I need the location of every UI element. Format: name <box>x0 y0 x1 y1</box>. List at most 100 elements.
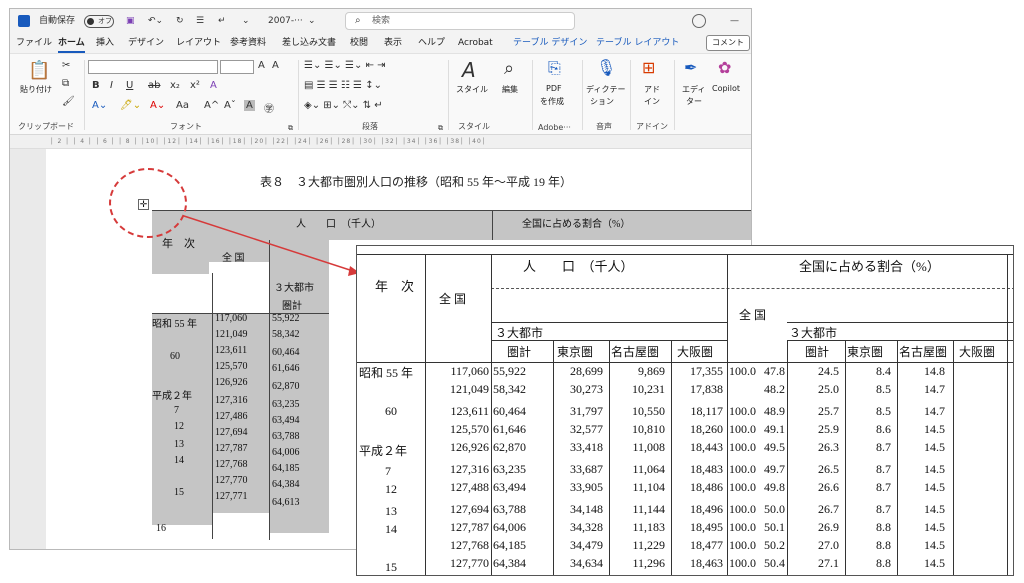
tab-insert[interactable]: 挿入 <box>96 33 114 53</box>
tab-file[interactable]: ファイル <box>16 33 52 53</box>
tab-table-design[interactable]: テーブル デザイン <box>513 33 587 53</box>
table-cell: 64,384 <box>493 556 526 570</box>
kenkei-header: 圏計 <box>282 301 302 312</box>
year-label: 7 <box>174 405 179 416</box>
table-border <box>1007 254 1008 575</box>
copy-icon[interactable]: ⧉ <box>62 78 69 89</box>
tab-references[interactable]: 参考資料 <box>230 33 266 53</box>
addins-icon[interactable]: ⊞ <box>642 58 655 77</box>
font-grow-icon[interactable]: A <box>258 60 265 71</box>
microphone-icon[interactable]: 🎙 <box>596 58 616 77</box>
customize-icon[interactable]: ⌄ <box>242 9 250 33</box>
tab-design[interactable]: デザイン <box>128 33 164 53</box>
table-cell: 18,495 <box>690 520 723 534</box>
table-cell: 11,064 <box>632 462 665 476</box>
clear-format-icon[interactable]: A <box>210 80 217 91</box>
tab-review[interactable]: 校閲 <box>350 33 368 53</box>
minimize-button[interactable]: — <box>730 9 739 33</box>
undo-icon[interactable]: ↶⌄ <box>148 9 163 33</box>
italic-button[interactable]: I <box>110 80 113 91</box>
table-cell: 49.5 <box>764 440 785 454</box>
grow-font-button[interactable]: A^ <box>204 100 219 111</box>
subscript-button[interactable]: x₂ <box>170 80 180 91</box>
cut-icon[interactable]: ✂ <box>62 60 70 71</box>
search-input[interactable]: 検索 <box>345 12 575 30</box>
tab-help[interactable]: ヘルプ <box>418 33 445 53</box>
format-icon[interactable]: ☰ <box>196 9 204 33</box>
font-size-select[interactable] <box>220 60 254 74</box>
table-cell: 8.5 <box>876 404 891 418</box>
shading-icon[interactable]: ◈⌄ ⊞⌄ ⤲⌄ ⇅ ↵ <box>304 100 383 111</box>
paste-icon[interactable]: 📋 <box>28 60 50 81</box>
shrink-font-button[interactable]: Aˇ <box>224 100 236 111</box>
styles-button[interactable]: スタイル <box>456 84 488 95</box>
sandai-header: ３大都市 <box>495 326 544 340</box>
tab-table-layout[interactable]: テーブル レイアウト <box>596 33 679 53</box>
char-shading-button[interactable]: A <box>244 100 255 111</box>
table-cell: 50.1 <box>764 520 785 534</box>
font-name-select[interactable] <box>88 60 218 74</box>
dictate-label-1[interactable]: ディクテー <box>586 84 625 95</box>
zenkoku-value: 127,770 <box>215 475 248 486</box>
highlight-icon[interactable]: 🖊⌄ <box>120 100 141 111</box>
zenkoku-header: 全 国 <box>222 253 245 264</box>
strike-button[interactable]: ab <box>148 80 160 91</box>
save-icon[interactable]: ▣ <box>126 9 135 33</box>
autosave-toggle[interactable]: オフ <box>84 15 114 28</box>
table-cell: 14.8 <box>924 364 945 378</box>
pdf-icon[interactable]: ⎘ <box>548 58 561 78</box>
table-cell: 26.3 <box>818 440 839 454</box>
zenkoku-share-header: 全 国 <box>739 308 767 322</box>
table-cell: 127,694 <box>450 502 489 516</box>
addin-label-1[interactable]: アド <box>644 84 660 95</box>
copilot-button[interactable]: Copilot <box>712 84 740 93</box>
tab-layout[interactable]: レイアウト <box>176 33 221 53</box>
change-case-button[interactable]: Aa <box>176 100 189 111</box>
tab-home[interactable]: ホーム <box>58 33 85 53</box>
pdf-label-1[interactable]: PDF <box>546 84 562 93</box>
newline-icon[interactable]: ↵ <box>218 9 226 33</box>
editor-label-2[interactable]: ター <box>686 96 702 107</box>
table-cell: 25.7 <box>818 404 839 418</box>
comment-button[interactable]: コメント <box>706 35 750 51</box>
underline-button[interactable]: U <box>126 80 133 91</box>
addin-label-2[interactable]: イン <box>644 96 660 107</box>
table-cell: 26.6 <box>818 480 839 494</box>
avatar[interactable] <box>692 14 706 28</box>
redo-icon[interactable]: ↻ <box>176 9 184 33</box>
format-painter-icon[interactable]: 🖌 <box>62 96 75 107</box>
dictate-label-2[interactable]: ション <box>590 96 614 107</box>
bullets-icon[interactable]: ☰⌄ ☰⌄ ☰⌄ ⇤ ⇥ <box>304 60 386 71</box>
editor-icon[interactable]: ✒ <box>684 58 697 77</box>
table-cell: 18,463 <box>690 556 723 570</box>
paste-button[interactable]: 貼り付け <box>20 84 52 95</box>
group-paragraph: 段落 <box>362 122 378 131</box>
text-effect-icon[interactable]: A⌄ <box>92 100 107 111</box>
divider <box>582 60 583 130</box>
year-label: 昭和 55 年 <box>152 319 197 330</box>
editor-label-1[interactable]: エディ <box>682 84 705 95</box>
tab-mailings[interactable]: 差し込み文書 <box>282 33 336 53</box>
ruler[interactable]: │ 2 │ │ 4 │ │ 6 │ │ 8 │ │10│ │12│ │14│ │… <box>10 135 751 149</box>
paragraph-dialog-icon[interactable]: ⧉ <box>438 124 443 133</box>
table-cell: 9,869 <box>638 364 665 378</box>
bold-button[interactable]: B <box>92 80 100 91</box>
editing-button[interactable]: 編集 <box>502 84 518 95</box>
superscript-button[interactable]: x² <box>190 80 200 91</box>
column-header: 名古屋圏 <box>611 345 660 359</box>
font-color-icon[interactable]: A⌄ <box>150 100 165 111</box>
pdf-label-2[interactable]: を作成 <box>540 96 564 107</box>
editing-icon[interactable]: ⌕ <box>504 58 514 79</box>
font-dialog-icon[interactable]: ⧉ <box>288 124 293 133</box>
doc-name-chevron-icon[interactable]: ⌄ <box>308 9 316 33</box>
copilot-icon[interactable]: ✿ <box>718 58 731 77</box>
doc-name[interactable]: 2007-··· <box>268 9 303 33</box>
align-icon[interactable]: ▤ ☰ ☰ ☷ ☰ ↕⌄ <box>304 80 382 91</box>
table-cell: 25.9 <box>818 422 839 436</box>
tab-acrobat[interactable]: Acrobat <box>458 33 493 53</box>
enclose-icon[interactable]: ㊫ <box>264 100 274 115</box>
tab-view[interactable]: 表示 <box>384 33 402 53</box>
group-styles: スタイル <box>458 122 490 131</box>
charbox-icon[interactable]: A <box>272 60 279 71</box>
styles-icon[interactable]: A <box>462 58 476 82</box>
